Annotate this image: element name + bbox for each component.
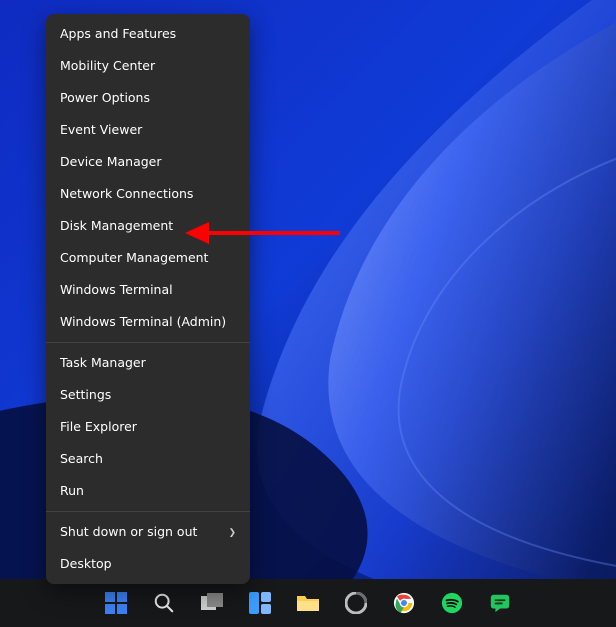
menu-item-label: Network Connections bbox=[60, 185, 193, 203]
file-explorer-button[interactable] bbox=[295, 590, 321, 616]
widgets-button[interactable] bbox=[247, 590, 273, 616]
menu-item-shut-down-or-sign-out[interactable]: Shut down or sign out ❯ bbox=[46, 516, 250, 548]
search-icon bbox=[153, 592, 175, 614]
menu-item-label: Apps and Features bbox=[60, 25, 176, 43]
menu-section-3: Shut down or sign out ❯ Desktop bbox=[46, 512, 250, 584]
menu-item-computer-management[interactable]: Computer Management bbox=[46, 242, 250, 274]
menu-item-file-explorer[interactable]: File Explorer bbox=[46, 411, 250, 443]
widgets-icon bbox=[249, 592, 271, 614]
chevron-right-icon: ❯ bbox=[229, 523, 236, 541]
menu-item-label: Task Manager bbox=[60, 354, 146, 372]
menu-item-power-options[interactable]: Power Options bbox=[46, 82, 250, 114]
menu-item-label: Device Manager bbox=[60, 153, 162, 171]
taskbar bbox=[0, 579, 616, 627]
chrome-icon bbox=[393, 592, 415, 614]
chat-button[interactable] bbox=[487, 590, 513, 616]
chrome-button[interactable] bbox=[391, 590, 417, 616]
menu-item-settings[interactable]: Settings bbox=[46, 379, 250, 411]
menu-item-label: Power Options bbox=[60, 89, 150, 107]
menu-item-label: Shut down or sign out bbox=[60, 523, 197, 541]
menu-item-label: Run bbox=[60, 482, 84, 500]
menu-item-label: Disk Management bbox=[60, 217, 173, 235]
menu-item-label: Settings bbox=[60, 386, 111, 404]
round-grey-icon bbox=[345, 592, 367, 614]
menu-item-desktop[interactable]: Desktop bbox=[46, 548, 250, 580]
search-button[interactable] bbox=[151, 590, 177, 616]
menu-item-mobility-center[interactable]: Mobility Center bbox=[46, 50, 250, 82]
menu-item-label: Windows Terminal bbox=[60, 281, 173, 299]
task-view-icon bbox=[201, 593, 223, 613]
spotify-button[interactable] bbox=[439, 590, 465, 616]
menu-section-2: Task Manager Settings File Explorer Sear… bbox=[46, 343, 250, 511]
chat-icon bbox=[489, 592, 511, 614]
menu-item-label: Mobility Center bbox=[60, 57, 155, 75]
menu-item-apps-and-features[interactable]: Apps and Features bbox=[46, 18, 250, 50]
spotify-icon bbox=[441, 592, 463, 614]
windows-icon bbox=[105, 592, 127, 614]
start-button[interactable] bbox=[103, 590, 129, 616]
menu-item-windows-terminal[interactable]: Windows Terminal bbox=[46, 274, 250, 306]
menu-item-search[interactable]: Search bbox=[46, 443, 250, 475]
menu-section-1: Apps and Features Mobility Center Power … bbox=[46, 14, 250, 342]
menu-item-label: Computer Management bbox=[60, 249, 208, 267]
winx-context-menu: Apps and Features Mobility Center Power … bbox=[46, 14, 250, 584]
menu-item-device-manager[interactable]: Device Manager bbox=[46, 146, 250, 178]
task-view-button[interactable] bbox=[199, 590, 225, 616]
menu-item-run[interactable]: Run bbox=[46, 475, 250, 507]
menu-item-event-viewer[interactable]: Event Viewer bbox=[46, 114, 250, 146]
menu-item-label: Desktop bbox=[60, 555, 112, 573]
menu-item-task-manager[interactable]: Task Manager bbox=[46, 347, 250, 379]
menu-item-network-connections[interactable]: Network Connections bbox=[46, 178, 250, 210]
menu-item-label: File Explorer bbox=[60, 418, 137, 436]
menu-item-disk-management[interactable]: Disk Management bbox=[46, 210, 250, 242]
menu-item-label: Event Viewer bbox=[60, 121, 142, 139]
menu-item-label: Windows Terminal (Admin) bbox=[60, 313, 226, 331]
app-roundgrey[interactable] bbox=[343, 590, 369, 616]
menu-item-windows-terminal-admin[interactable]: Windows Terminal (Admin) bbox=[46, 306, 250, 338]
file-explorer-icon bbox=[296, 593, 320, 613]
menu-item-label: Search bbox=[60, 450, 103, 468]
